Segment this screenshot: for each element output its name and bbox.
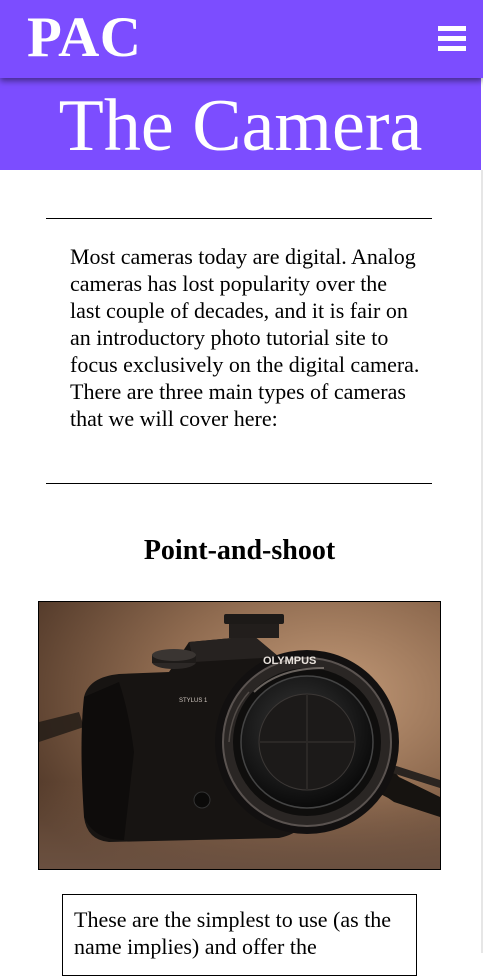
top-navbar: PAC <box>0 0 483 78</box>
brand-logo[interactable]: PAC <box>27 4 141 72</box>
divider-top <box>46 218 432 219</box>
hamburger-menu-icon[interactable] <box>438 26 468 52</box>
menu-bar-line <box>438 36 466 41</box>
menu-bar-line <box>438 26 466 31</box>
model-label-text: STYLUS 1 <box>179 698 208 704</box>
menu-bar-line <box>438 46 466 51</box>
description-text: These are the simplest to use (as the na… <box>74 907 392 959</box>
divider-bottom <box>46 483 432 484</box>
brand-logo-text: OLYMPUS <box>263 655 316 667</box>
section-heading-point-and-shoot: Point-and-shoot <box>143 535 336 566</box>
page-title: The Camera <box>58 85 423 167</box>
intro-paragraph: Most cameras today are digital. Analog c… <box>70 244 420 431</box>
description-card: These are the simplest to use (as the na… <box>62 894 417 976</box>
camera-photo: OLYMPUS STYLUS 1 <box>38 601 441 870</box>
